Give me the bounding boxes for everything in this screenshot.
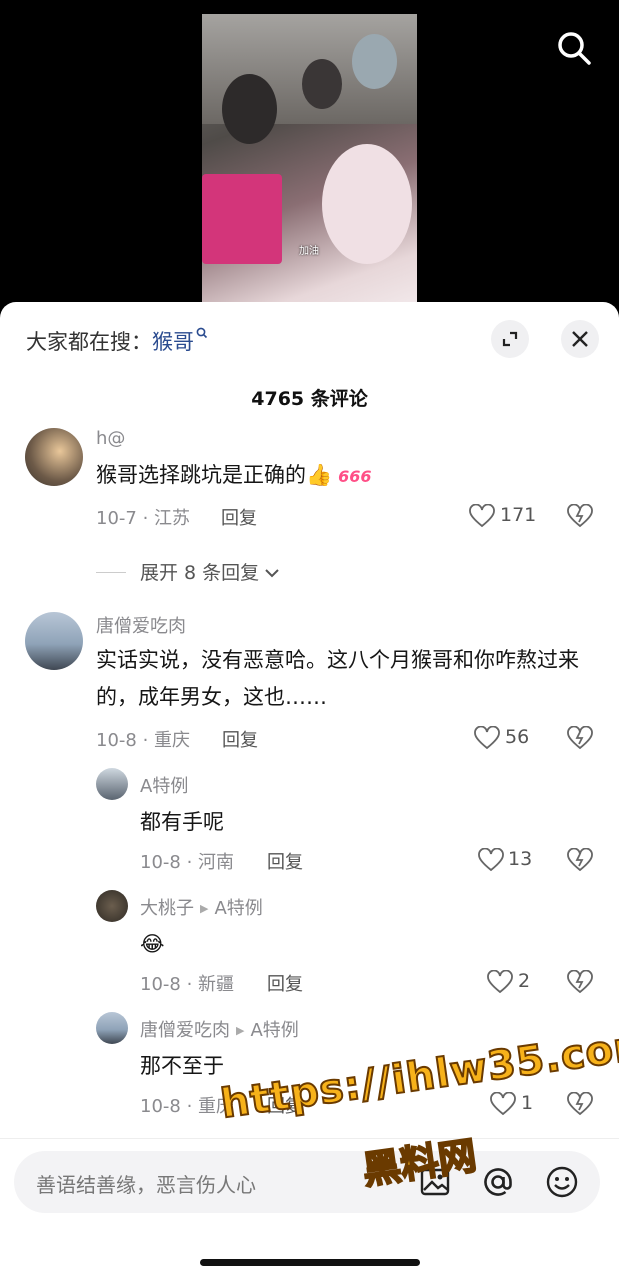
reply-arrow-icon: ▶ (200, 902, 209, 915)
video-area[interactable]: 加油 (0, 0, 619, 310)
video-person (322, 144, 412, 264)
chevron-down-icon (265, 569, 279, 578)
divider (96, 572, 126, 573)
comment-body: 猴哥选择跳坑是正确的 (96, 463, 306, 487)
like-icon[interactable] (469, 504, 495, 528)
reply-meta: 10-8 · 重庆 (140, 1096, 235, 1117)
dislike-icon[interactable] (567, 1092, 593, 1116)
like-count: 13 (508, 848, 533, 870)
reply-to-username[interactable]: A特例 (250, 1020, 298, 1041)
like-count: 56 (505, 726, 530, 748)
reply-username[interactable]: A特例 (140, 772, 188, 798)
reply-button[interactable]: 回复 (221, 504, 257, 530)
video-person (222, 74, 277, 144)
expand-icon (502, 331, 518, 347)
close-icon (572, 331, 588, 347)
hot-search-prefix: 大家都在搜： (26, 330, 152, 354)
video-person (302, 59, 342, 109)
comments-sheet: 大家都在搜：猴哥 4765 条评论 h@ 猴哥选择跳坑是正确的👍 666 10-7… (0, 302, 619, 1280)
dislike-icon[interactable] (567, 726, 593, 750)
expand-sheet-button[interactable] (491, 320, 529, 358)
comment-username[interactable]: h@ (96, 428, 125, 449)
comment-meta: 10-7 · 江苏 (96, 508, 191, 529)
reply-text: 😂 (140, 932, 165, 956)
reply-meta: 10-8 · 新疆 (140, 974, 235, 995)
like-count: 2 (518, 970, 531, 992)
dislike-icon[interactable] (567, 970, 593, 994)
comment-count: 4765 条评论 (251, 388, 368, 410)
like-count: 1 (521, 1092, 534, 1114)
avatar[interactable] (96, 768, 128, 800)
video-thumbnail[interactable]: 加油 (202, 14, 417, 310)
like-icon[interactable] (487, 970, 513, 994)
reply-arrow-icon: ▶ (236, 1024, 245, 1037)
search-icon[interactable] (556, 30, 592, 66)
video-object (202, 174, 282, 264)
emoji-icon[interactable] (545, 1165, 579, 1199)
hot-search-keyword[interactable]: 猴哥 (152, 330, 194, 354)
reply-username[interactable]: 大桃子 (140, 898, 194, 919)
comment-input-placeholder: 善语结善缘，恶言伤人心 (36, 1173, 256, 1197)
like-icon[interactable] (490, 1092, 516, 1116)
image-icon[interactable] (418, 1165, 452, 1199)
hot-search[interactable]: 大家都在搜：猴哥 (26, 326, 208, 356)
reply-text: 那不至于 (140, 1054, 224, 1078)
video-caption: 加油 (299, 246, 319, 257)
comment-input[interactable]: 善语结善缘，恶言伤人心 (14, 1151, 600, 1213)
dislike-icon[interactable] (567, 504, 593, 528)
expand-replies-label: 展开 8 条回复 (140, 562, 260, 584)
video-person (352, 34, 397, 89)
reply-header: 唐僧爱吃肉 ▶ A特例 (140, 1016, 299, 1042)
small-search-icon (196, 327, 208, 339)
reply-header: 大桃子 ▶ A特例 (140, 894, 263, 920)
expand-replies[interactable]: 展开 8 条回复 (96, 558, 281, 585)
comment-input-bar: 善语结善缘，恶言伤人心 (0, 1138, 619, 1281)
reply-to-username[interactable]: A特例 (214, 898, 262, 919)
comment-text: 实话实说，没有恶意哈。这八个月猴哥和你咋熬过来的，成年男女，这也…… (96, 648, 579, 709)
like-count: 171 (500, 504, 537, 526)
comment-text: 猴哥选择跳坑是正确的👍 666 (96, 457, 372, 495)
reply-text: 都有手呢 (140, 810, 224, 834)
avatar[interactable] (25, 612, 83, 670)
at-icon[interactable] (481, 1165, 515, 1199)
reply-button[interactable]: 回复 (267, 1092, 303, 1118)
reply-button[interactable]: 回复 (267, 848, 303, 874)
comment-tail: 666 (338, 467, 372, 486)
reply-button[interactable]: 回复 (267, 970, 303, 996)
dislike-icon[interactable] (567, 848, 593, 872)
avatar[interactable] (25, 428, 83, 486)
reply-button[interactable]: 回复 (222, 726, 258, 752)
like-icon[interactable] (478, 848, 504, 872)
close-button[interactable] (561, 320, 599, 358)
thumbs-up-emoji: 👍 (306, 463, 333, 487)
reply-meta: 10-8 · 河南 (140, 852, 235, 873)
comment-username[interactable]: 唐僧爱吃肉 (96, 612, 186, 638)
home-indicator (200, 1259, 420, 1266)
avatar[interactable] (96, 1012, 128, 1044)
comment-meta: 10-8 · 重庆 (96, 730, 191, 751)
avatar[interactable] (96, 890, 128, 922)
like-icon[interactable] (474, 726, 500, 750)
reply-username[interactable]: 唐僧爱吃肉 (140, 1020, 230, 1041)
